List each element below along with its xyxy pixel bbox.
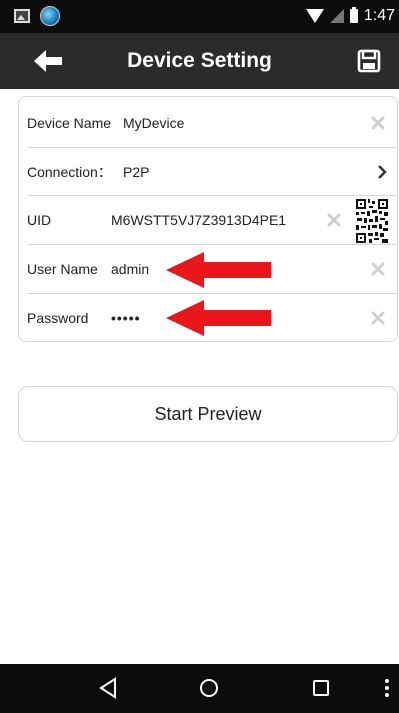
status-left: [14, 6, 60, 26]
status-right: 1:47: [305, 7, 395, 25]
uid-label: UID: [27, 212, 52, 228]
password-field[interactable]: •••••: [111, 294, 141, 342]
clear-icon[interactable]: [371, 262, 385, 276]
floppy-disk-icon: [357, 49, 381, 73]
device-name-row[interactable]: Device Name MyDevice: [19, 99, 397, 147]
user-name-field[interactable]: admin: [111, 245, 149, 293]
start-preview-button[interactable]: Start Preview: [18, 386, 398, 442]
uid-field[interactable]: M6WSTT5VJ7Z3913D4PE1: [111, 196, 286, 244]
connection-label: Connection：: [27, 164, 112, 180]
cell-signal-icon: [329, 9, 344, 23]
device-name-label: Device Name: [27, 115, 112, 131]
status-time: 1:47: [363, 7, 395, 24]
recents-square-icon[interactable]: [311, 677, 331, 704]
chevron-right-icon[interactable]: [375, 163, 389, 181]
qr-code-icon[interactable]: [355, 198, 389, 244]
clear-icon[interactable]: [327, 213, 341, 227]
annotation-arrow-icon: [166, 300, 271, 336]
connection-row[interactable]: Connection： P2P: [19, 148, 397, 196]
app-bar: Device Setting: [0, 33, 399, 89]
wifi-icon: [305, 9, 324, 23]
back-triangle-icon[interactable]: [98, 677, 118, 704]
password-label: Password: [27, 310, 89, 326]
status-bar: 1:47: [0, 0, 399, 33]
clear-icon[interactable]: [371, 116, 385, 130]
device-name-field[interactable]: MyDevice: [123, 99, 184, 147]
battery-icon: [349, 7, 358, 23]
page-title: Device Setting: [127, 49, 272, 72]
annotation-arrow-icon: [166, 252, 271, 288]
clear-icon[interactable]: [371, 311, 385, 325]
more-vert-icon[interactable]: [383, 677, 391, 704]
navigation-bar: [0, 664, 399, 713]
image-notification-icon: [14, 9, 30, 23]
save-button[interactable]: [357, 49, 381, 73]
connection-value: P2P: [123, 164, 150, 180]
uid-row[interactable]: UID M6WSTT5VJ7Z3913D4PE1: [19, 196, 397, 244]
user-name-label: User Name: [27, 261, 98, 277]
app-notification-icon: [40, 6, 60, 26]
home-circle-icon[interactable]: [198, 677, 220, 704]
